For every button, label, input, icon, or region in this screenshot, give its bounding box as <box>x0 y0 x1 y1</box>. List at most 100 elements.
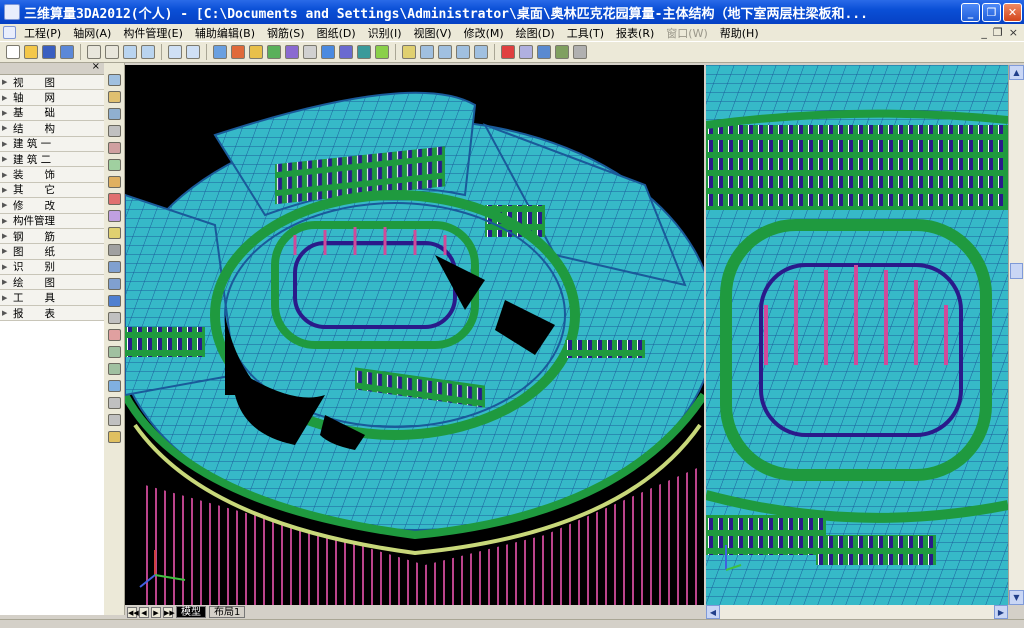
calculate-icon[interactable] <box>249 45 263 59</box>
menu-edit-assist[interactable]: 辅助编辑(B) <box>189 25 261 41</box>
tab-next-button[interactable]: ▶ <box>151 606 161 618</box>
extend-tool-icon[interactable] <box>107 345 121 358</box>
save-as-icon[interactable] <box>60 45 74 59</box>
zoom-extents-icon[interactable] <box>420 45 434 59</box>
menu-report[interactable]: 报表(R) <box>610 25 660 41</box>
mdi-minimize-button[interactable]: _ <box>981 26 987 39</box>
tab-layout-1[interactable]: 布局1 <box>209 606 246 618</box>
magnet-tool-icon[interactable] <box>107 192 121 205</box>
nav-item-drawing[interactable]: ▶ 图 纸 <box>0 244 104 260</box>
layer-icon[interactable] <box>141 45 155 59</box>
menu-view[interactable]: 视图(V) <box>407 25 457 41</box>
undo-icon[interactable] <box>168 45 182 59</box>
nav-item-structure[interactable]: ▶ 结 构 <box>0 121 104 137</box>
view-tool-icon[interactable] <box>107 73 121 86</box>
scroll-thumb[interactable] <box>1010 263 1023 279</box>
properties-icon[interactable] <box>123 45 137 59</box>
title-bar[interactable]: 三维算量3DA2012(个人) - [C:\Documents and Sett… <box>0 0 1024 24</box>
explode-tool-icon[interactable] <box>107 430 121 443</box>
erase-tool-icon[interactable] <box>107 243 121 256</box>
nav-item-view[interactable]: ▶ 视 图 <box>0 75 104 91</box>
copy-icon[interactable] <box>87 45 101 59</box>
tab-first-button[interactable]: ◀◀ <box>127 606 139 618</box>
nav-item-architecture-1[interactable]: ▶ 建 筑 一 <box>0 136 104 152</box>
nav-item-tools[interactable]: ▶ 工 具 <box>0 290 104 306</box>
brush-tool-icon[interactable] <box>107 158 121 171</box>
nav-item-modify[interactable]: ▶ 修 改 <box>0 198 104 214</box>
component-icon[interactable] <box>231 45 245 59</box>
menu-project[interactable]: 工程(P) <box>18 25 67 41</box>
scale-tool-icon[interactable] <box>107 328 121 341</box>
summary-icon[interactable] <box>519 45 533 59</box>
layer-toggle-icon[interactable] <box>375 45 389 59</box>
redo-icon[interactable] <box>186 45 200 59</box>
check-icon[interactable] <box>267 45 281 59</box>
nav-item-recognize[interactable]: ▶ 识 别 <box>0 259 104 276</box>
zoom-window-icon[interactable] <box>402 45 416 59</box>
menu-modify[interactable]: 修改(M) <box>458 25 510 41</box>
rotate-tool-icon[interactable] <box>107 294 121 307</box>
save-icon[interactable] <box>42 45 56 59</box>
tab-model[interactable]: 模型 <box>176 606 206 618</box>
display-icon[interactable] <box>321 45 335 59</box>
pick-tool-icon[interactable] <box>107 141 121 154</box>
menu-rebar[interactable]: 钢筋(S) <box>261 25 311 41</box>
zoom-out-icon[interactable] <box>456 45 470 59</box>
floor-tool-icon[interactable] <box>107 90 121 103</box>
panel-close-button[interactable]: × <box>92 61 100 72</box>
select-tool-icon[interactable] <box>107 209 121 222</box>
bar-chart-icon[interactable] <box>537 45 551 59</box>
new-file-icon[interactable] <box>6 45 20 59</box>
hide-icon[interactable] <box>303 45 317 59</box>
vertical-scrollbar[interactable]: ▲ ▼ <box>1008 65 1024 605</box>
open-folder-icon[interactable] <box>24 45 38 59</box>
trim-tool-icon[interactable] <box>107 362 121 375</box>
mdi-restore-button[interactable]: ❐ <box>993 26 1003 39</box>
floor-select-icon[interactable] <box>213 45 227 59</box>
horizontal-scrollbar[interactable]: ◀ ▶ <box>706 605 1008 619</box>
nav-item-foundation[interactable]: ▶ 基 础 <box>0 105 104 122</box>
checkmark-icon[interactable] <box>501 45 515 59</box>
nav-item-axis-grid[interactable]: ▶ 轴 网 <box>0 90 104 106</box>
view-3d-icon[interactable] <box>339 45 353 59</box>
menu-component-management[interactable]: 构件管理(E) <box>117 25 189 41</box>
menu-recognize[interactable]: 识别(I) <box>362 25 408 41</box>
nav-item-decoration[interactable]: ▶ 装 饰 <box>0 167 104 183</box>
paste-icon[interactable] <box>105 45 119 59</box>
menu-drawing[interactable]: 图纸(D) <box>311 25 362 41</box>
report-icon[interactable] <box>555 45 569 59</box>
tab-prev-button[interactable]: ◀ <box>139 606 149 618</box>
menu-draw[interactable]: 绘图(D) <box>510 25 561 41</box>
print-icon[interactable] <box>573 45 587 59</box>
scroll-down-button[interactable]: ▼ <box>1009 590 1024 605</box>
menu-help[interactable]: 帮助(H) <box>714 25 765 41</box>
nav-item-component-management[interactable]: ▶ 构件管理 <box>0 213 104 229</box>
pan-icon[interactable] <box>474 45 488 59</box>
nav-item-other[interactable]: ▶ 其 它 <box>0 182 104 199</box>
menu-axis-grid[interactable]: 轴网(A) <box>67 25 117 41</box>
restore-button[interactable]: ❐ <box>982 2 1001 22</box>
nav-item-draw[interactable]: ▶ 绘 图 <box>0 275 104 291</box>
render-icon[interactable] <box>357 45 371 59</box>
nav-item-architecture-2[interactable]: ▶ 建 筑 二 <box>0 151 104 168</box>
chamfer-tool-icon[interactable] <box>107 413 121 426</box>
nav-item-rebar[interactable]: ▶ 钢 筋 <box>0 228 104 245</box>
grid-tool-icon[interactable] <box>107 124 121 137</box>
query-icon[interactable] <box>285 45 299 59</box>
match-tool-icon[interactable] <box>107 226 121 239</box>
mirror-tool-icon[interactable] <box>107 277 121 290</box>
mdi-close-button[interactable]: × <box>1009 26 1018 39</box>
viewport-main-3d[interactable] <box>114 65 716 605</box>
menu-window[interactable]: 窗口(W) <box>660 25 713 41</box>
minimize-button[interactable]: _ <box>961 2 980 22</box>
nav-item-report[interactable]: ▶ 报 表 <box>0 305 104 322</box>
zoom-in-icon[interactable] <box>438 45 452 59</box>
fillet-tool-icon[interactable] <box>107 396 121 409</box>
menu-tools[interactable]: 工具(T) <box>561 25 610 41</box>
scroll-left-button[interactable]: ◀ <box>706 605 720 619</box>
viewport-side-3d[interactable] <box>704 65 1009 605</box>
tab-last-button[interactable]: ▶▶ <box>163 606 175 618</box>
scroll-right-button[interactable]: ▶ <box>994 605 1008 619</box>
stamp-tool-icon[interactable] <box>107 175 121 188</box>
close-button[interactable]: ✕ <box>1003 2 1022 22</box>
